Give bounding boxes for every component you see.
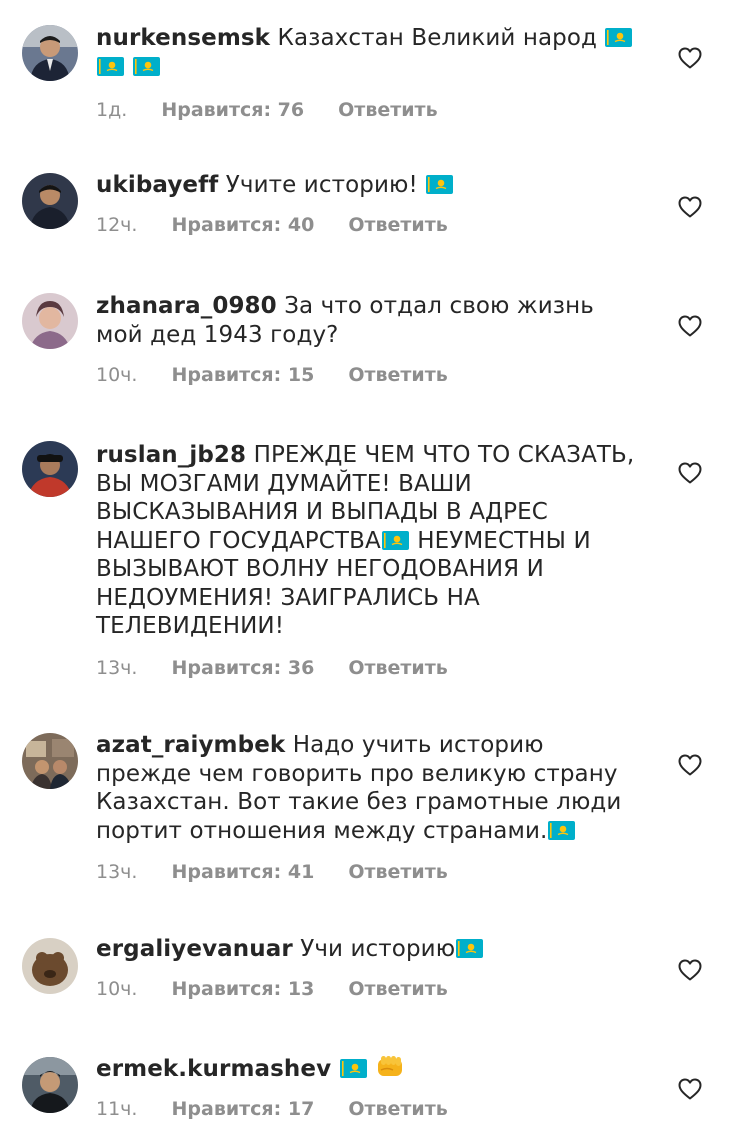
- comment-username[interactable]: ergaliyevanuar: [96, 936, 293, 962]
- comment-text: ergaliyevanuar Учи историю: [96, 935, 641, 964]
- comment-likes-count[interactable]: Нравится: 17: [172, 1098, 315, 1120]
- kazakhstan-flag-icon: [605, 28, 632, 47]
- kazakhstan-flag-icon: [548, 821, 575, 840]
- heart-icon[interactable]: [678, 462, 702, 484]
- comment-text: ukibayeff Учите историю!: [96, 171, 641, 200]
- reply-button[interactable]: Ответить: [348, 1098, 447, 1120]
- kazakhstan-flag-icon: [97, 57, 124, 76]
- comment-time: 10ч.: [96, 977, 138, 1000]
- avatar[interactable]: [22, 733, 78, 789]
- comment-message: Казахстан Великий народ: [277, 25, 598, 51]
- kazakhstan-flag-icon: [456, 939, 483, 958]
- heart-icon[interactable]: [678, 959, 702, 981]
- comment-time: 13ч.: [96, 656, 138, 679]
- heart-icon[interactable]: [678, 315, 702, 337]
- comments-list: nurkensemsk Казахстан Великий народ 1д. …: [0, 0, 740, 1144]
- avatar[interactable]: [22, 173, 78, 229]
- comment-likes-count[interactable]: Нравится: 36: [172, 657, 315, 679]
- avatar[interactable]: [22, 1057, 78, 1113]
- avatar[interactable]: [22, 441, 78, 497]
- reply-button[interactable]: Ответить: [348, 861, 447, 883]
- comment-username[interactable]: ukibayeff: [96, 172, 218, 198]
- comment-text: zhanara_0980 За что отдал свою жизнь мой…: [96, 292, 641, 349]
- reply-button[interactable]: Ответить: [338, 99, 437, 121]
- comment-meta: 1д. Нравится: 76 Ответить: [96, 99, 641, 121]
- comment-likes-count[interactable]: Нравится: 76: [161, 99, 304, 121]
- comment-likes-count[interactable]: Нравится: 40: [172, 214, 315, 236]
- comment-time: 12ч.: [96, 213, 138, 236]
- comment-likes-count[interactable]: Нравится: 13: [172, 978, 315, 1000]
- fist-icon: [375, 1054, 405, 1080]
- comment-time: 1д.: [96, 99, 128, 121]
- kazakhstan-flag-icon: [426, 175, 453, 194]
- comment-text: ermek.kurmashev: [96, 1054, 641, 1084]
- avatar[interactable]: [22, 25, 78, 81]
- heart-icon[interactable]: [678, 47, 702, 69]
- avatar[interactable]: [22, 293, 78, 349]
- comment-time: 10ч.: [96, 364, 138, 386]
- comment-username[interactable]: ermek.kurmashev: [96, 1056, 331, 1082]
- kazakhstan-flag-icon: [382, 531, 409, 550]
- heart-icon[interactable]: [678, 754, 702, 776]
- reply-button[interactable]: Ответить: [348, 657, 447, 679]
- comment-username[interactable]: ruslan_jb28: [96, 442, 246, 468]
- comment-meta: 13ч. Нравится: 41 Ответить: [96, 861, 641, 883]
- comment-message: Учите историю!: [225, 172, 418, 198]
- comment-username[interactable]: azat_raiymbek: [96, 732, 285, 758]
- comment-text: ruslan_jb28 ПРЕЖДЕ ЧЕМ ЧТО ТО СКАЗАТЬ, В…: [96, 441, 641, 641]
- reply-button[interactable]: Ответить: [348, 214, 447, 236]
- comment-time: 11ч.: [96, 1097, 138, 1120]
- comment-text: nurkensemsk Казахстан Великий народ: [96, 24, 641, 81]
- reply-button[interactable]: Ответить: [348, 364, 447, 386]
- heart-icon[interactable]: [678, 196, 702, 218]
- reply-button[interactable]: Ответить: [348, 978, 447, 1000]
- kazakhstan-flag-icon: [340, 1059, 367, 1078]
- comment-text: azat_raiymbek Надо учить историю прежде …: [96, 731, 641, 845]
- kazakhstan-flag-icon: [133, 57, 160, 76]
- comment-meta: 13ч. Нравится: 36 Ответить: [96, 657, 641, 679]
- comment-meta: 10ч. Нравится: 15 Ответить: [96, 364, 641, 386]
- comment-meta: 11ч. Нравится: 17 Ответить: [96, 1098, 641, 1120]
- avatar[interactable]: [22, 938, 78, 994]
- comment-meta: 10ч. Нравится: 13 Ответить: [96, 978, 641, 1000]
- comment-time: 13ч.: [96, 861, 138, 883]
- comment-likes-count[interactable]: Нравится: 15: [172, 364, 315, 386]
- comment-username[interactable]: nurkensemsk: [96, 25, 270, 51]
- comment-username[interactable]: zhanara_0980: [96, 293, 277, 319]
- comment-meta: 12ч. Нравится: 40 Ответить: [96, 214, 641, 236]
- comment-message: Учи историю: [300, 936, 456, 962]
- comment-likes-count[interactable]: Нравится: 41: [172, 861, 315, 883]
- heart-icon[interactable]: [678, 1078, 702, 1100]
